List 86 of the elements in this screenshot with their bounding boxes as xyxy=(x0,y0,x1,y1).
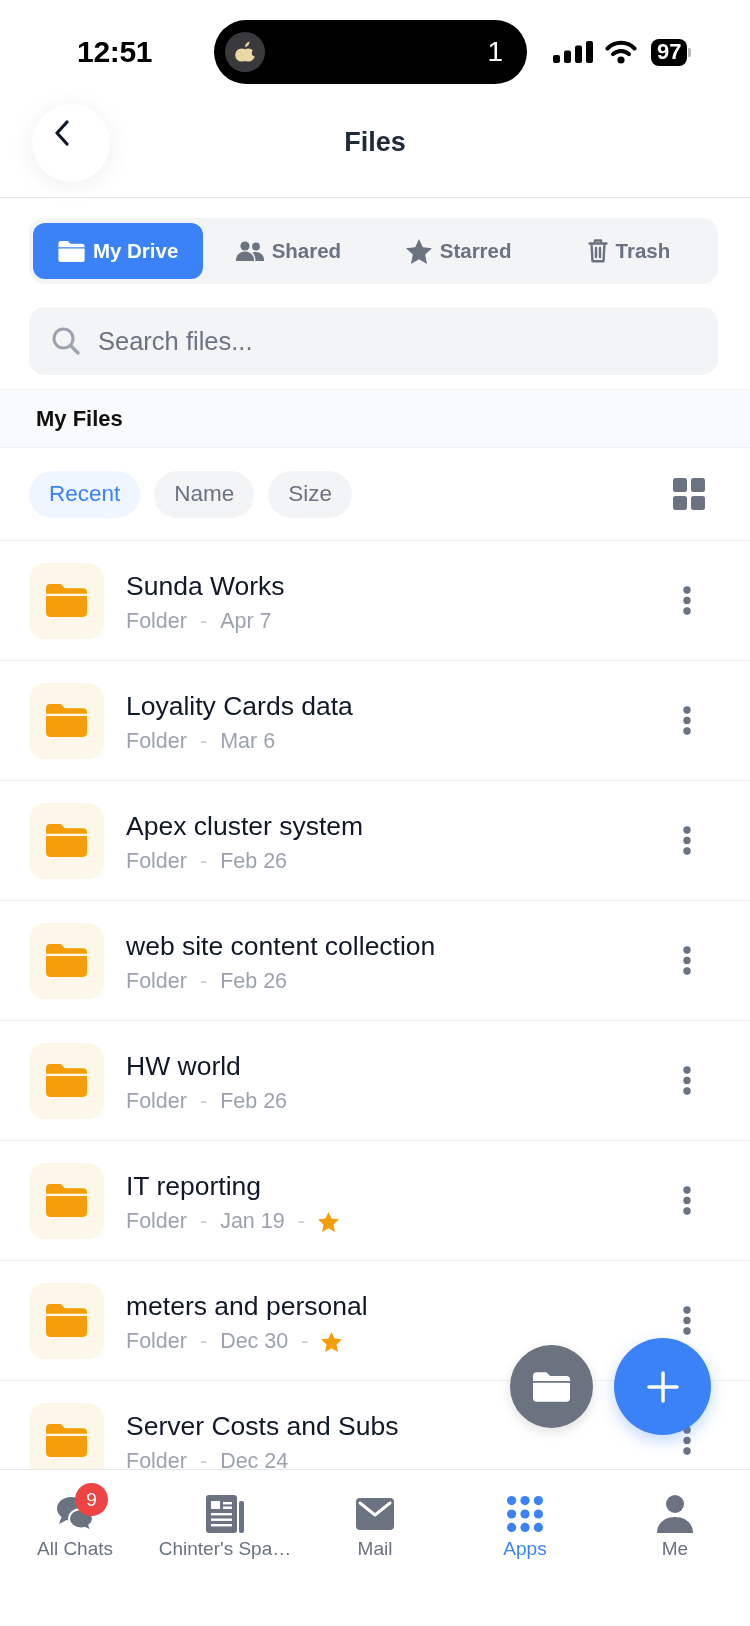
sort-chip[interactable]: Name xyxy=(154,470,255,518)
meta-separator: - xyxy=(199,849,208,874)
more-icon[interactable] xyxy=(683,1426,691,1455)
file-type: Folder xyxy=(126,729,187,754)
apple-icon xyxy=(225,32,265,72)
meta-separator: - xyxy=(301,1329,309,1354)
file-name: Apex cluster system xyxy=(126,811,364,842)
wifi-icon xyxy=(605,40,637,64)
file-name: Sunda Works xyxy=(126,571,285,602)
file-date: Feb 26 xyxy=(220,1089,288,1114)
folder-icon xyxy=(29,562,104,639)
file-date: Dec 24 xyxy=(220,1449,289,1469)
meta-separator: - xyxy=(199,729,208,754)
meta-separator: - xyxy=(199,1209,208,1234)
notification-badge: 9 xyxy=(75,1483,108,1516)
people-icon xyxy=(235,241,264,261)
meta-separator: - xyxy=(199,1329,208,1354)
folder-icon xyxy=(29,802,104,879)
person-icon xyxy=(657,1495,693,1533)
more-icon[interactable] xyxy=(683,1066,691,1095)
tab[interactable]: Trash xyxy=(543,223,714,279)
more-icon[interactable] xyxy=(683,946,691,975)
folder-icon xyxy=(29,1282,104,1359)
folder-icon xyxy=(57,240,85,262)
file-type: Folder xyxy=(126,969,187,994)
nav-tab[interactable]: Me xyxy=(600,1470,750,1626)
more-icon[interactable] xyxy=(683,706,691,735)
nav-tab[interactable]: 9 All Chats xyxy=(0,1470,150,1626)
more-icon[interactable] xyxy=(683,1186,691,1215)
search-field[interactable]: Search files... xyxy=(29,307,718,375)
file-type: Folder xyxy=(126,1089,187,1114)
folder-icon xyxy=(29,1162,104,1239)
meta-separator: - xyxy=(199,609,208,634)
file-name: Loyality Cards data xyxy=(126,691,353,722)
folder-icon xyxy=(29,922,104,999)
nav-tab[interactable]: Chinter's Spa… xyxy=(150,1470,300,1626)
newspaper-icon xyxy=(206,1495,244,1533)
folder-icon xyxy=(533,1371,570,1402)
file-type: Folder xyxy=(126,1329,187,1354)
file-date: Mar 6 xyxy=(220,729,276,754)
file-name: HW world xyxy=(126,1051,241,1082)
meta-separator: - xyxy=(199,1449,208,1469)
star-icon xyxy=(405,238,432,264)
file-type: Folder xyxy=(126,1209,187,1234)
folder-icon xyxy=(29,682,104,759)
grid-view-icon[interactable] xyxy=(673,478,705,510)
file-name: meters and personal xyxy=(126,1291,368,1322)
more-icon[interactable] xyxy=(683,1306,691,1335)
apps-grid-icon xyxy=(507,1496,543,1532)
island-count: 1 xyxy=(487,36,503,68)
chevron-left-icon xyxy=(55,119,69,146)
status-time: 12:51 xyxy=(77,35,153,69)
file-name: Server Costs and Subs xyxy=(126,1411,399,1442)
file-type: Folder xyxy=(126,1449,187,1469)
folder-icon xyxy=(29,1402,104,1469)
file-date: Apr 7 xyxy=(220,609,272,634)
tab[interactable]: Shared xyxy=(203,223,374,279)
more-icon[interactable] xyxy=(683,826,691,855)
trash-icon xyxy=(587,239,608,263)
tab[interactable]: Starred xyxy=(373,223,544,279)
nav-tab[interactable]: Mail xyxy=(300,1470,450,1626)
add-button[interactable] xyxy=(614,1338,711,1435)
file-date: Feb 26 xyxy=(220,849,288,874)
meta-separator: - xyxy=(199,969,208,994)
sort-chip[interactable]: Size xyxy=(268,470,353,518)
file-date: Jan 19 xyxy=(220,1209,285,1234)
file-name: IT reporting xyxy=(126,1171,262,1202)
sort-chip[interactable]: Recent xyxy=(29,470,141,518)
meta-separator: - xyxy=(199,1089,208,1114)
file-date: Dec 30 xyxy=(220,1329,289,1354)
meta-separator: - xyxy=(297,1209,305,1234)
file-type: Folder xyxy=(126,609,187,634)
more-icon[interactable] xyxy=(683,586,691,615)
search-icon xyxy=(52,327,80,355)
plus-icon xyxy=(646,1370,679,1403)
file-name: web site content collection xyxy=(126,931,436,962)
page-title: Files xyxy=(344,127,406,158)
folder-icon xyxy=(29,1042,104,1119)
envelope-icon xyxy=(356,1498,394,1530)
section-title: My Files xyxy=(36,405,123,432)
tab[interactable]: My Drive xyxy=(33,223,204,279)
file-type: Folder xyxy=(126,849,187,874)
battery-indicator: 97 xyxy=(651,38,692,66)
nav-tab[interactable]: Apps xyxy=(450,1470,600,1626)
signal-icon xyxy=(553,41,593,63)
file-date: Feb 26 xyxy=(220,969,288,994)
